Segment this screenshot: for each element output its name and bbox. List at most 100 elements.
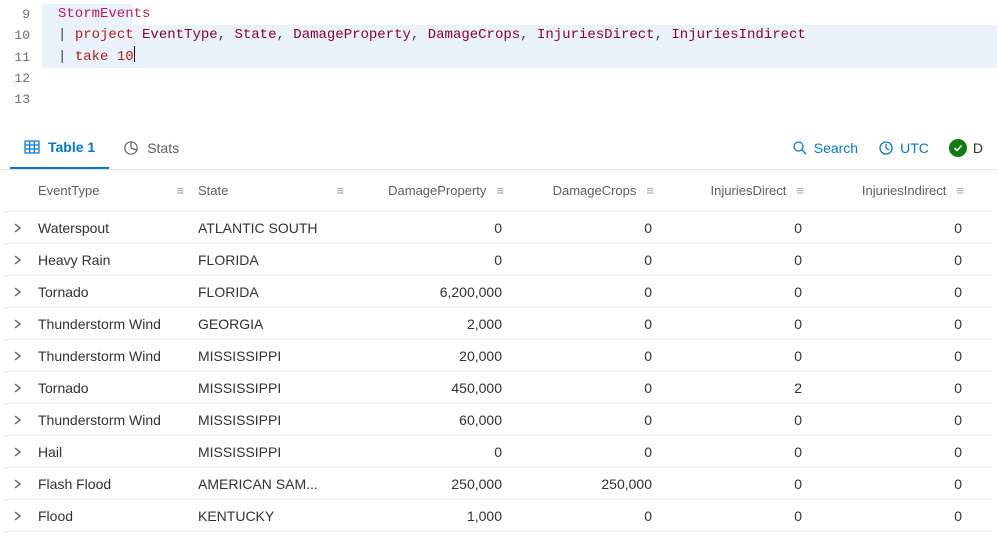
- column-filter-icon[interactable]: ≡: [176, 183, 184, 198]
- cell: Flash Flood: [32, 476, 192, 492]
- cell: 0: [662, 444, 812, 460]
- line-number: 10: [0, 25, 42, 46]
- cell: MISSISSIPPI: [192, 412, 352, 428]
- cell: Thunderstorm Wind: [32, 348, 192, 364]
- table-row[interactable]: FloodKENTUCKY1,000000: [4, 500, 993, 532]
- query-editor[interactable]: 9StormEvents10| project EventType, State…: [0, 0, 997, 116]
- cell: FLORIDA: [192, 252, 352, 268]
- table-row[interactable]: Heavy RainFLORIDA0000: [4, 244, 993, 276]
- tab-table[interactable]: Table 1: [10, 126, 109, 169]
- expand-row-button[interactable]: [4, 511, 32, 521]
- table-row[interactable]: HailMISSISSIPPI0000: [4, 436, 993, 468]
- cell: 0: [512, 284, 662, 300]
- column-header-label: EventType: [38, 183, 99, 198]
- expand-row-button[interactable]: [4, 319, 32, 329]
- cell: 0: [662, 252, 812, 268]
- code-line[interactable]: 13: [0, 89, 997, 110]
- code-line[interactable]: 11| take 10: [0, 46, 997, 68]
- table-icon: [24, 139, 40, 155]
- cell: 250,000: [352, 476, 512, 492]
- cell: GEORGIA: [192, 316, 352, 332]
- cell: 0: [812, 316, 972, 332]
- timezone-label: UTC: [900, 140, 929, 156]
- column-header[interactable]: EventType ≡: [32, 183, 192, 198]
- cell: 0: [812, 476, 972, 492]
- cell: MISSISSIPPI: [192, 380, 352, 396]
- check-circle-icon: [949, 139, 967, 157]
- cell: Tornado: [32, 380, 192, 396]
- cell: 0: [352, 220, 512, 236]
- expand-row-button[interactable]: [4, 383, 32, 393]
- column-header[interactable]: InjuriesIndirect ≡: [812, 183, 972, 198]
- table-row[interactable]: TornadoMISSISSIPPI450,000020: [4, 372, 993, 404]
- cell: 0: [512, 252, 662, 268]
- cell: Heavy Rain: [32, 252, 192, 268]
- table-row[interactable]: WaterspoutATLANTIC SOUTH0000: [4, 212, 993, 244]
- expand-row-button[interactable]: [4, 447, 32, 457]
- results-tabbar: Table 1 Stats Search UTC D: [0, 126, 997, 170]
- code-line[interactable]: 9StormEvents: [0, 4, 997, 25]
- code-content[interactable]: | project EventType, State, DamageProper…: [42, 25, 997, 46]
- cell: 0: [812, 508, 972, 524]
- column-filter-icon[interactable]: ≡: [796, 183, 804, 198]
- cell: AMERICAN SAM...: [192, 476, 352, 492]
- timezone-button[interactable]: UTC: [868, 126, 939, 169]
- cell: ATLANTIC SOUTH: [192, 220, 352, 236]
- code-content[interactable]: | take 10: [42, 46, 997, 68]
- cell: 0: [512, 380, 662, 396]
- table-row[interactable]: Flash FloodAMERICAN SAM...250,000250,000…: [4, 468, 993, 500]
- tab-table-label: Table 1: [48, 139, 95, 155]
- column-header-label: DamageProperty: [388, 183, 486, 198]
- table-row[interactable]: Thunderstorm WindGEORGIA2,000000: [4, 308, 993, 340]
- table-row[interactable]: Thunderstorm WindMISSISSIPPI20,000000: [4, 340, 993, 372]
- query-status[interactable]: D: [939, 126, 987, 169]
- column-header-label: InjuriesIndirect: [862, 183, 947, 198]
- column-header[interactable]: State ≡: [192, 183, 352, 198]
- cell: 0: [662, 348, 812, 364]
- expand-row-button[interactable]: [4, 479, 32, 489]
- code-line[interactable]: 12: [0, 68, 997, 89]
- column-header[interactable]: DamageCrops ≡: [512, 183, 662, 198]
- cell: 0: [512, 508, 662, 524]
- cell: KENTUCKY: [192, 508, 352, 524]
- cell: MISSISSIPPI: [192, 348, 352, 364]
- tab-stats[interactable]: Stats: [109, 126, 193, 169]
- cell: Waterspout: [32, 220, 192, 236]
- cell: 0: [662, 508, 812, 524]
- cell: 2: [662, 380, 812, 396]
- cell: 0: [812, 348, 972, 364]
- column-filter-icon[interactable]: ≡: [956, 183, 964, 198]
- cell: 450,000: [352, 380, 512, 396]
- column-header[interactable]: DamageProperty ≡: [352, 183, 512, 198]
- cell: 20,000: [352, 348, 512, 364]
- cell: Tornado: [32, 284, 192, 300]
- code-line[interactable]: 10| project EventType, State, DamageProp…: [0, 25, 997, 46]
- expand-row-button[interactable]: [4, 351, 32, 361]
- search-button[interactable]: Search: [782, 126, 868, 169]
- expand-row-button[interactable]: [4, 415, 32, 425]
- cell: 0: [812, 444, 972, 460]
- table-row[interactable]: TornadoFLORIDA6,200,000000: [4, 276, 993, 308]
- column-filter-icon[interactable]: ≡: [496, 183, 504, 198]
- cell: 0: [662, 220, 812, 236]
- expand-row-button[interactable]: [4, 287, 32, 297]
- cell: 250,000: [512, 476, 662, 492]
- cell: 0: [812, 220, 972, 236]
- table-header: EventType≡State≡DamageProperty≡DamageCro…: [4, 170, 993, 212]
- line-number: 12: [0, 68, 42, 89]
- column-filter-icon[interactable]: ≡: [646, 183, 654, 198]
- cell: 0: [662, 412, 812, 428]
- cell: Flood: [32, 508, 192, 524]
- column-header-label: DamageCrops: [553, 183, 637, 198]
- expand-row-button[interactable]: [4, 223, 32, 233]
- expand-row-button[interactable]: [4, 255, 32, 265]
- cell: 0: [352, 444, 512, 460]
- code-content[interactable]: StormEvents: [42, 4, 997, 25]
- column-header[interactable]: InjuriesDirect≡: [662, 183, 812, 198]
- cell: 0: [812, 252, 972, 268]
- column-filter-icon[interactable]: ≡: [336, 183, 344, 198]
- column-header-label: State: [198, 183, 228, 198]
- cell: 0: [512, 316, 662, 332]
- cell: 0: [812, 284, 972, 300]
- table-row[interactable]: Thunderstorm WindMISSISSIPPI60,000000: [4, 404, 993, 436]
